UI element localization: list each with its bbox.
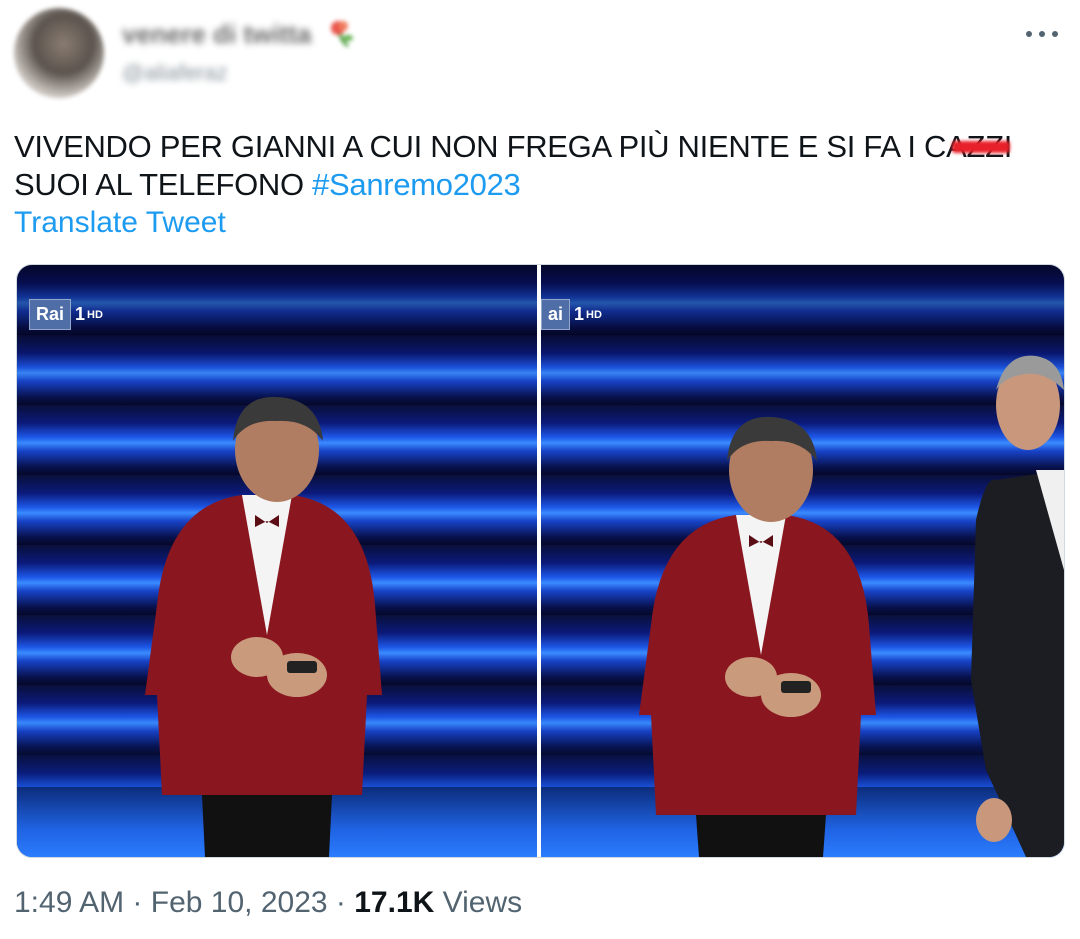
hashtag-link[interactable]: #Sanremo2023 <box>312 167 521 202</box>
singer-figure <box>639 416 876 857</box>
rai1-logo: Rai 1 HD <box>29 299 103 330</box>
tweet-metadata: 1:49 AM · Feb 10, 2023 · 17.1K Views <box>14 886 523 919</box>
censored-word: AZZI <box>946 128 1012 166</box>
author-avatar[interactable] <box>14 8 104 98</box>
tweet-photo-2[interactable]: ai 1 HD <box>541 265 1064 857</box>
tweet-text-part1: VIVENDO PER GIANNI A CUI NON FREGA PIÙ N… <box>14 129 947 164</box>
tweet-time[interactable]: 1:49 AM <box>14 886 124 919</box>
author-display-name[interactable]: venere di twitta <box>122 18 311 50</box>
tweet-date[interactable]: Feb 10, 2023 <box>151 886 328 919</box>
tweet-media-grid: Rai 1 HD ai 1 HD <box>16 264 1065 858</box>
tweet-text-part2: SUOI AL TELEFONO <box>14 167 313 202</box>
translate-tweet-link[interactable]: Translate Tweet <box>14 206 226 240</box>
tweet-text: VIVENDO PER GIANNI A CUI NON FREGA PIÙ N… <box>14 128 1069 204</box>
host-figure <box>971 355 1064 857</box>
tweet-author[interactable]: venere di twitta @aliaferaz <box>122 18 356 86</box>
more-horizontal-icon[interactable] <box>1022 18 1062 48</box>
views-label: Views <box>434 886 523 919</box>
flower-emoji-icon <box>330 21 353 48</box>
rai1-logo-cropped: ai 1 HD <box>541 299 602 330</box>
singer-figure <box>145 396 382 857</box>
author-handle[interactable]: @aliaferaz <box>122 60 356 86</box>
tweet-photo-1[interactable]: Rai 1 HD <box>17 265 537 857</box>
views-count[interactable]: 17.1K <box>354 886 434 919</box>
